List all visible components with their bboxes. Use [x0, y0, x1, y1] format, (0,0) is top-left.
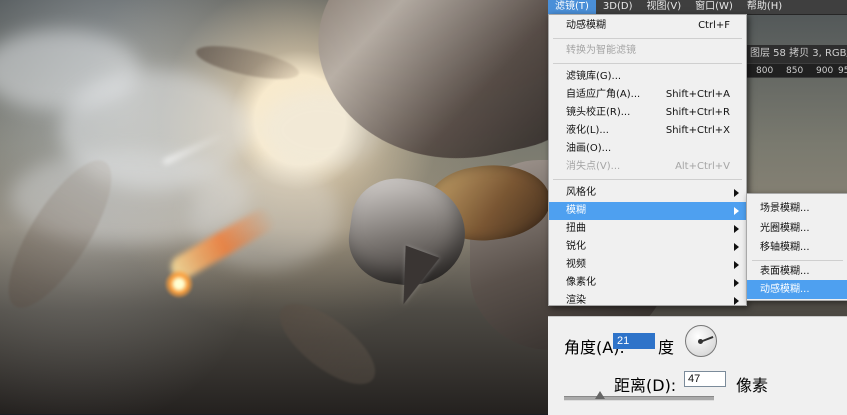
distance-label: 距离(D): [614, 376, 677, 395]
angle-dial-icon[interactable] [685, 325, 717, 357]
submenu-item-label: 场景模糊... [760, 203, 810, 214]
menu-item-liquify[interactable]: 液化(L)... Shift+Ctrl+X [549, 122, 746, 140]
menu-item-label: 扭曲 [566, 223, 586, 234]
menu-item-oil-paint[interactable]: 油画(O)... [549, 140, 746, 158]
menu-item-stylize[interactable]: 风格化 [549, 184, 746, 202]
menu-item-blur[interactable]: 模糊 [549, 202, 746, 220]
menu-item-distort[interactable]: 扭曲 [549, 220, 746, 238]
horizontal-ruler: 800 850 900 95 [746, 63, 847, 78]
menu-item-label: 渲染 [566, 295, 586, 306]
submenu-arrow-icon [734, 243, 739, 251]
menu-item-shortcut: Ctrl+F [698, 20, 730, 31]
distance-slider-track[interactable] [564, 396, 714, 401]
ruler-tick: 850 [786, 66, 804, 76]
menu-item-label: 模糊 [566, 205, 586, 216]
menu-item-label: 油画(O)... [566, 143, 612, 154]
menu-item-label: 液化(L)... [566, 125, 609, 136]
document-tab[interactable]: 图层 58 拷贝 3, RGB/8 [746, 45, 847, 63]
feather [267, 289, 388, 399]
menu-3d[interactable]: 3D(D) [596, 0, 640, 14]
menu-item-label: 视频 [566, 259, 586, 270]
menu-item-vanishing-point: 消失点(V)... Alt+Ctrl+V [549, 158, 746, 176]
menu-item-render[interactable]: 渲染 [549, 292, 746, 306]
submenu-item-label: 动感模糊... [760, 284, 810, 295]
blur-submenu: 场景模糊... 光圈模糊... 移轴模糊... 表面模糊... 动感模糊... [746, 193, 847, 301]
menu-window[interactable]: 窗口(W) [688, 0, 740, 14]
menu-item-label: 像素化 [566, 277, 596, 288]
menu-item-label: 镜头校正(R)... [566, 107, 631, 118]
comet-head [165, 270, 193, 298]
menu-separator [553, 38, 742, 39]
submenu-arrow-icon [734, 261, 739, 269]
angle-input[interactable] [613, 333, 655, 349]
submenu-item-surface-blur[interactable]: 表面模糊... [747, 262, 847, 281]
menu-item-lens-correction[interactable]: 镜头校正(R)... Shift+Ctrl+R [549, 104, 746, 122]
submenu-item-label: 移轴模糊... [760, 242, 810, 253]
menu-separator [553, 179, 742, 180]
menu-item-shortcut: Alt+Ctrl+V [675, 161, 730, 172]
menu-item-adaptive-wide-angle[interactable]: 自适应广角(A)... Shift+Ctrl+A [549, 86, 746, 104]
menu-item-label: 锐化 [566, 241, 586, 252]
menu-item-video[interactable]: 视频 [549, 256, 746, 274]
menu-item-filter-gallery[interactable]: 滤镜库(G)... [549, 68, 746, 86]
submenu-item-label: 光圈模糊... [760, 223, 810, 234]
submenu-item-field-blur[interactable]: 场景模糊... [747, 199, 847, 218]
submenu-item-label: 表面模糊... [760, 266, 810, 277]
menu-item-convert-smart-filter: 转换为智能滤镜 [549, 42, 746, 60]
ruler-tick: 900 [816, 66, 834, 76]
submenu-separator [752, 260, 843, 261]
menu-item-label: 滤镜库(G)... [566, 71, 622, 82]
distance-unit-label: 像素 [736, 376, 769, 395]
menu-item-label: 自适应广角(A)... [566, 89, 641, 100]
menu-item-label: 风格化 [566, 187, 596, 198]
menu-item-last-filter[interactable]: 动感模糊 Ctrl+F [549, 17, 746, 35]
submenu-item-tilt-shift[interactable]: 移轴模糊... [747, 238, 847, 257]
menu-help[interactable]: 帮助(H) [740, 0, 789, 14]
menu-item-label: 动感模糊 [566, 20, 606, 31]
menu-bar: 滤镜(T) 3D(D) 视图(V) 窗口(W) 帮助(H) [548, 0, 847, 15]
submenu-arrow-icon [734, 225, 739, 233]
menu-item-sharpen[interactable]: 锐化 [549, 238, 746, 256]
submenu-arrow-icon [734, 189, 739, 197]
submenu-arrow-icon [734, 279, 739, 287]
ruler-tick: 95 [838, 66, 847, 76]
menu-item-shortcut: Shift+Ctrl+X [665, 125, 730, 136]
ruler-tick: 800 [756, 66, 774, 76]
menu-item-label: 转换为智能滤镜 [566, 45, 636, 56]
submenu-arrow-icon [734, 297, 739, 305]
submenu-arrow-icon [734, 207, 739, 215]
feather [193, 39, 302, 86]
distance-slider-thumb[interactable] [595, 391, 605, 399]
filter-dropdown-menu: 动感模糊 Ctrl+F 转换为智能滤镜 滤镜库(G)... 自适应广角(A)..… [548, 14, 747, 306]
menu-separator [553, 63, 742, 64]
distance-input[interactable] [684, 371, 726, 387]
menu-view[interactable]: 视图(V) [640, 0, 689, 14]
menu-item-shortcut: Shift+Ctrl+R [665, 107, 730, 118]
menu-item-pixelate[interactable]: 像素化 [549, 274, 746, 292]
menu-filter[interactable]: 滤镜(T) [548, 0, 596, 14]
submenu-item-motion-blur[interactable]: 动感模糊... [747, 280, 847, 299]
angle-dial-center [698, 339, 703, 344]
menu-item-shortcut: Shift+Ctrl+A [665, 89, 730, 100]
submenu-item-iris-blur[interactable]: 光圈模糊... [747, 219, 847, 238]
angle-unit-label: 度 [658, 338, 675, 357]
menu-item-label: 消失点(V)... [566, 161, 621, 172]
